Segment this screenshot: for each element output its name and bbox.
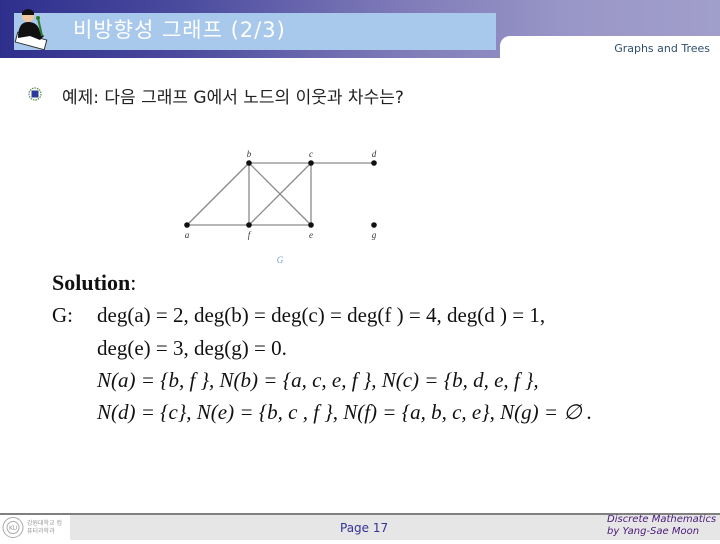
neighbor-line-2: N(d) = {c}, N(e) = {b, c , f }, N(f) = {… [97, 400, 593, 424]
solution-title-text: Solution [52, 270, 131, 295]
bullet-emblem-icon [28, 87, 42, 101]
graph-node-a [184, 222, 190, 228]
graph-node-g [371, 222, 377, 228]
degree-line-1: deg(a) = 2, deg(b) = deg(c) = deg(f ) = … [97, 303, 546, 327]
graph-node-label-g: g [372, 230, 377, 240]
question-text: 예제: 다음 그래프 G에서 노드의 이웃과 차수는? [62, 88, 404, 108]
graph-node-c [308, 160, 314, 166]
graph-edge-a-b [186, 162, 250, 226]
degree-line-2: deg(e) = 3, deg(g) = 0. [97, 336, 287, 360]
slide-title: 비방향성 그래프 (2/3) [73, 18, 286, 42]
graph-node-label-d: d [372, 149, 377, 159]
credit-author: by Yang-Sae Moon [607, 526, 700, 537]
graph-figure: a b c d e f g G [184, 149, 377, 265]
graph-node-e [308, 222, 314, 228]
credit-course: Discrete Mathematics [607, 514, 717, 525]
graph-node-label-c: c [309, 149, 313, 159]
subject-label: Graphs and Trees [614, 42, 710, 55]
university-logo: KU 강원대학교 컴퓨터과학과 [0, 515, 70, 540]
graph-node-f [246, 222, 252, 228]
graph-node-b [246, 160, 252, 166]
university-name: 강원대학교 컴퓨터과학과 [27, 520, 63, 535]
graph-node-label-a: a [185, 230, 190, 240]
credit-text: Discrete Mathematics by Yang-Sae Moon [607, 514, 716, 538]
svg-text:KU: KU [9, 525, 17, 532]
graph-caption: G [277, 255, 284, 265]
graph-node-label-f: f [248, 230, 252, 240]
graph-node-label-b: b [247, 149, 252, 159]
graph-node-label-e: e [309, 230, 313, 240]
page-number: Page 17 [340, 521, 389, 535]
graph-label: G: [52, 303, 73, 327]
neighbor-line-1: N(a) = {b, f }, N(b) = {a, c, e, f }, N(… [97, 368, 539, 392]
person-writing-icon [14, 9, 48, 51]
graph-node-d [371, 160, 377, 166]
solution-title: Solution: [52, 270, 137, 295]
